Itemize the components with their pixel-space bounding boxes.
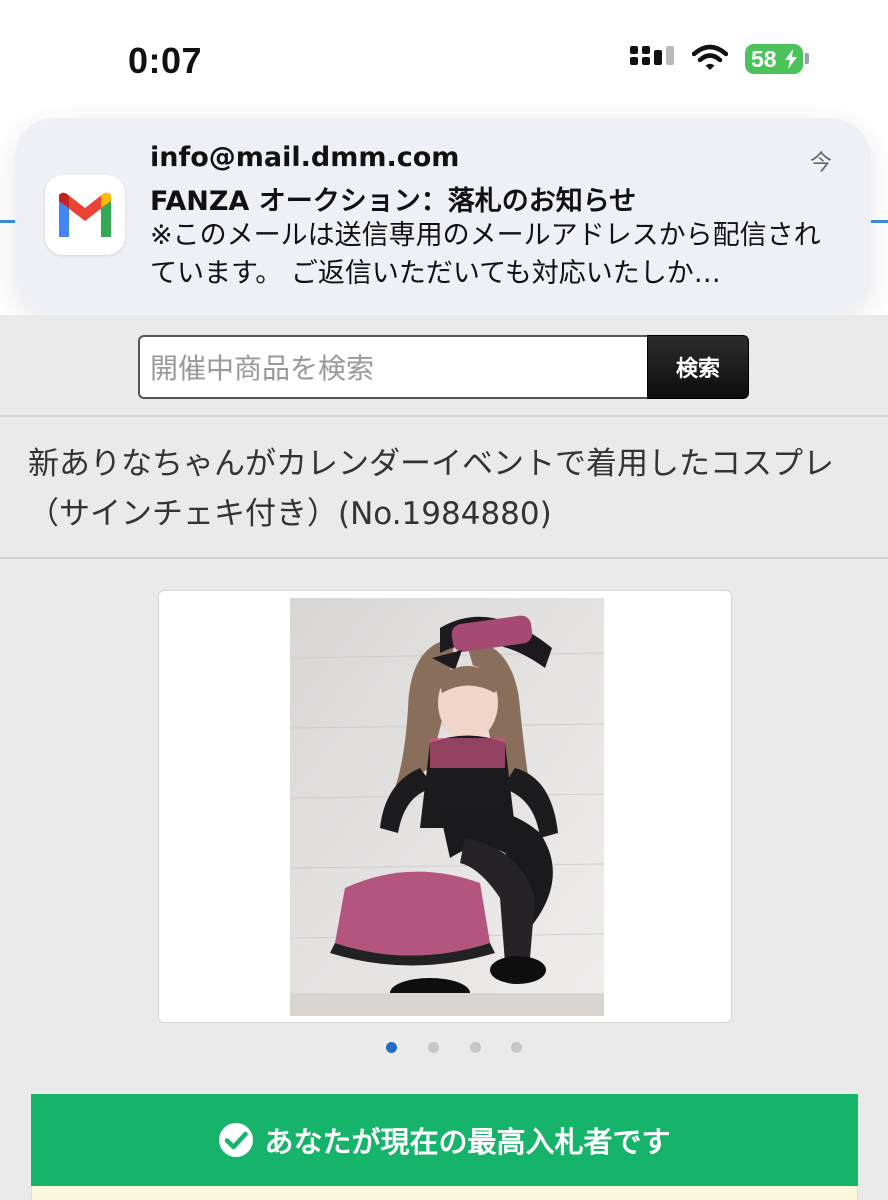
battery-indicator: 58 bbox=[745, 44, 803, 74]
highest-bidder-banner: あなたが現在の最高入札者です bbox=[31, 1094, 858, 1186]
gallery-dot-4[interactable] bbox=[511, 1042, 522, 1053]
item-title-section: 新ありなちゃんがカレンダーイベントで着用したコスプレ（サインチェキ付き）(No.… bbox=[0, 417, 888, 559]
notification-sender: info@mail.dmm.com bbox=[150, 142, 460, 173]
notification-body: ※このメールは送信専用のメールアドレスから配信されています。 ご返信いただいても… bbox=[150, 220, 821, 289]
gmail-icon bbox=[45, 175, 125, 255]
status-time: 0:07 bbox=[128, 40, 203, 81]
gallery-dot-1[interactable] bbox=[386, 1042, 397, 1053]
cellular-signal-icon bbox=[630, 46, 676, 76]
header-accent-left bbox=[0, 220, 16, 223]
gallery-dot-2[interactable] bbox=[428, 1042, 439, 1053]
check-circle-icon bbox=[219, 1123, 254, 1157]
battery-level: 58 bbox=[751, 46, 777, 72]
gallery-dot-3[interactable] bbox=[470, 1042, 481, 1053]
item-image-card[interactable] bbox=[158, 590, 732, 1023]
battery-tip bbox=[805, 53, 809, 64]
mail-notification[interactable]: info@mail.dmm.com 今 FANZA オークション：落札のお知らせ… bbox=[15, 118, 871, 315]
highest-bidder-label: あなたが現在の最高入札者です bbox=[264, 1125, 671, 1159]
search-bar: 開催中商品を検索 検索 bbox=[0, 315, 888, 417]
search-input[interactable]: 開催中商品を検索 bbox=[138, 335, 650, 399]
header-accent-right bbox=[868, 220, 888, 223]
search-placeholder: 開催中商品を検索 bbox=[150, 352, 375, 385]
status-bar: 0:07 58 bbox=[0, 0, 888, 120]
charging-bolt-icon bbox=[785, 49, 797, 69]
bid-detail-panel bbox=[31, 1186, 858, 1200]
item-photo[interactable] bbox=[290, 598, 604, 1016]
search-button[interactable]: 検索 bbox=[647, 335, 749, 399]
wifi-icon bbox=[691, 44, 729, 74]
notification-subject: FANZA オークション：落札のお知らせ bbox=[150, 186, 637, 217]
item-title: 新ありなちゃんがカレンダーイベントで着用したコスプレ（サインチェキ付き）(No.… bbox=[28, 446, 834, 532]
notification-time: 今 bbox=[810, 151, 833, 176]
